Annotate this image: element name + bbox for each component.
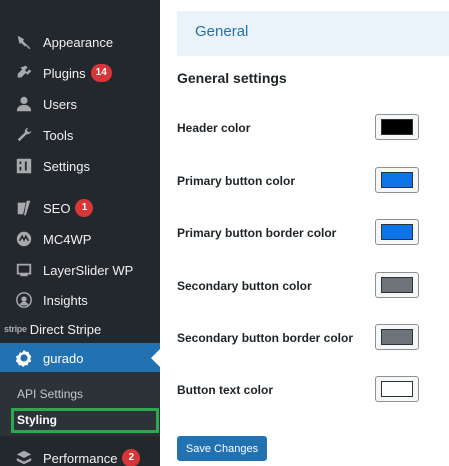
sidebar-item-label: LayerSlider WP [43,262,134,278]
sidebar-item-label: Appearance [43,34,114,50]
sidebar-item-tools[interactable]: Tools [0,120,160,150]
plugin-icon [14,63,34,83]
performance-icon [14,448,34,466]
sidebar-item-performance[interactable]: Performance 2 [0,443,160,466]
sidebar-item-insights[interactable]: Insights [0,285,160,315]
sidebar-item-appearance[interactable]: Appearance [0,27,160,57]
sidebar-item-layerslider[interactable]: LayerSlider WP [0,255,160,285]
sidebar-item-label: gurado [43,350,84,366]
setting-label-primary-button-border-color: Primary button border color [177,226,337,240]
color-swatch-fill [381,172,413,188]
sidebar-item-settings[interactable]: Settings [0,151,160,181]
paintbrush-icon [14,32,34,52]
highlight-annotation-box [11,408,159,433]
secondary-button-color-picker[interactable] [375,272,419,298]
active-indicator-arrow [151,349,160,367]
setting-label-button-text-color: Button text color [177,383,273,397]
sidebar-item-plugins[interactable]: Plugins 14 [0,58,160,88]
sidebar-item-users[interactable]: Users [0,89,160,119]
settings-icon [14,156,34,176]
sidebar-item-direct-stripe[interactable]: stripe Direct Stripe [0,314,160,344]
tab-bar: General [177,11,449,56]
color-swatch-fill [381,329,413,345]
sidebar-item-label: Performance [43,450,118,466]
save-changes-button[interactable]: Save Changes [177,436,267,461]
submenu-item-label: API Settings [17,387,84,401]
sidebar-item-label: Settings [43,158,90,174]
header-color-picker[interactable] [375,114,419,140]
tab-general[interactable]: General [195,23,248,40]
insights-icon [14,290,34,310]
button-text-color-picker[interactable] [375,376,419,402]
setting-label-header-color: Header color [177,121,251,135]
color-swatch-fill [381,224,413,240]
seo-icon [14,198,34,218]
primary-button-border-color-picker[interactable] [375,219,419,245]
sidebar-item-mc4wp[interactable]: MC4WP [0,224,160,254]
sidebar-item-label: MC4WP [43,231,92,247]
wrench-icon [14,125,34,145]
sidebar-item-label: Users [43,96,77,112]
color-swatch-fill [381,277,413,293]
notification-badge: 2 [122,449,141,466]
setting-label-primary-button-color: Primary button color [177,174,296,188]
notification-badge: 1 [75,199,94,217]
color-swatch-fill [381,119,413,135]
stripe-logo: stripe [4,324,27,334]
gear-icon [14,348,34,368]
layerslider-icon [14,260,34,280]
setting-label-secondary-button-border-color: Secondary button border color [177,331,354,345]
sidebar-item-gurado[interactable]: gurado [0,343,160,373]
users-icon [14,94,34,114]
sidebar-item-label: Direct Stripe [29,321,102,337]
sidebar-item-label: Insights [43,292,88,308]
sidebar-item-label: Plugins [43,65,86,81]
admin-sidebar: Appearance Plugins 14 Users Tools Settin… [0,0,160,466]
setting-label-secondary-button-color: Secondary button color [177,279,312,293]
mc4wp-icon [14,229,34,249]
sidebar-item-label: SEO [43,200,71,216]
primary-button-color-picker[interactable] [375,167,419,193]
sidebar-item-seo[interactable]: SEO 1 [0,193,160,223]
section-title: General settings [177,70,287,86]
sidebar-item-label: Tools [43,127,74,143]
update-count-badge: 14 [90,64,112,82]
secondary-button-border-color-picker[interactable] [375,324,419,350]
submenu-item-api-settings[interactable]: API Settings [0,382,160,406]
color-swatch-fill [381,381,413,397]
